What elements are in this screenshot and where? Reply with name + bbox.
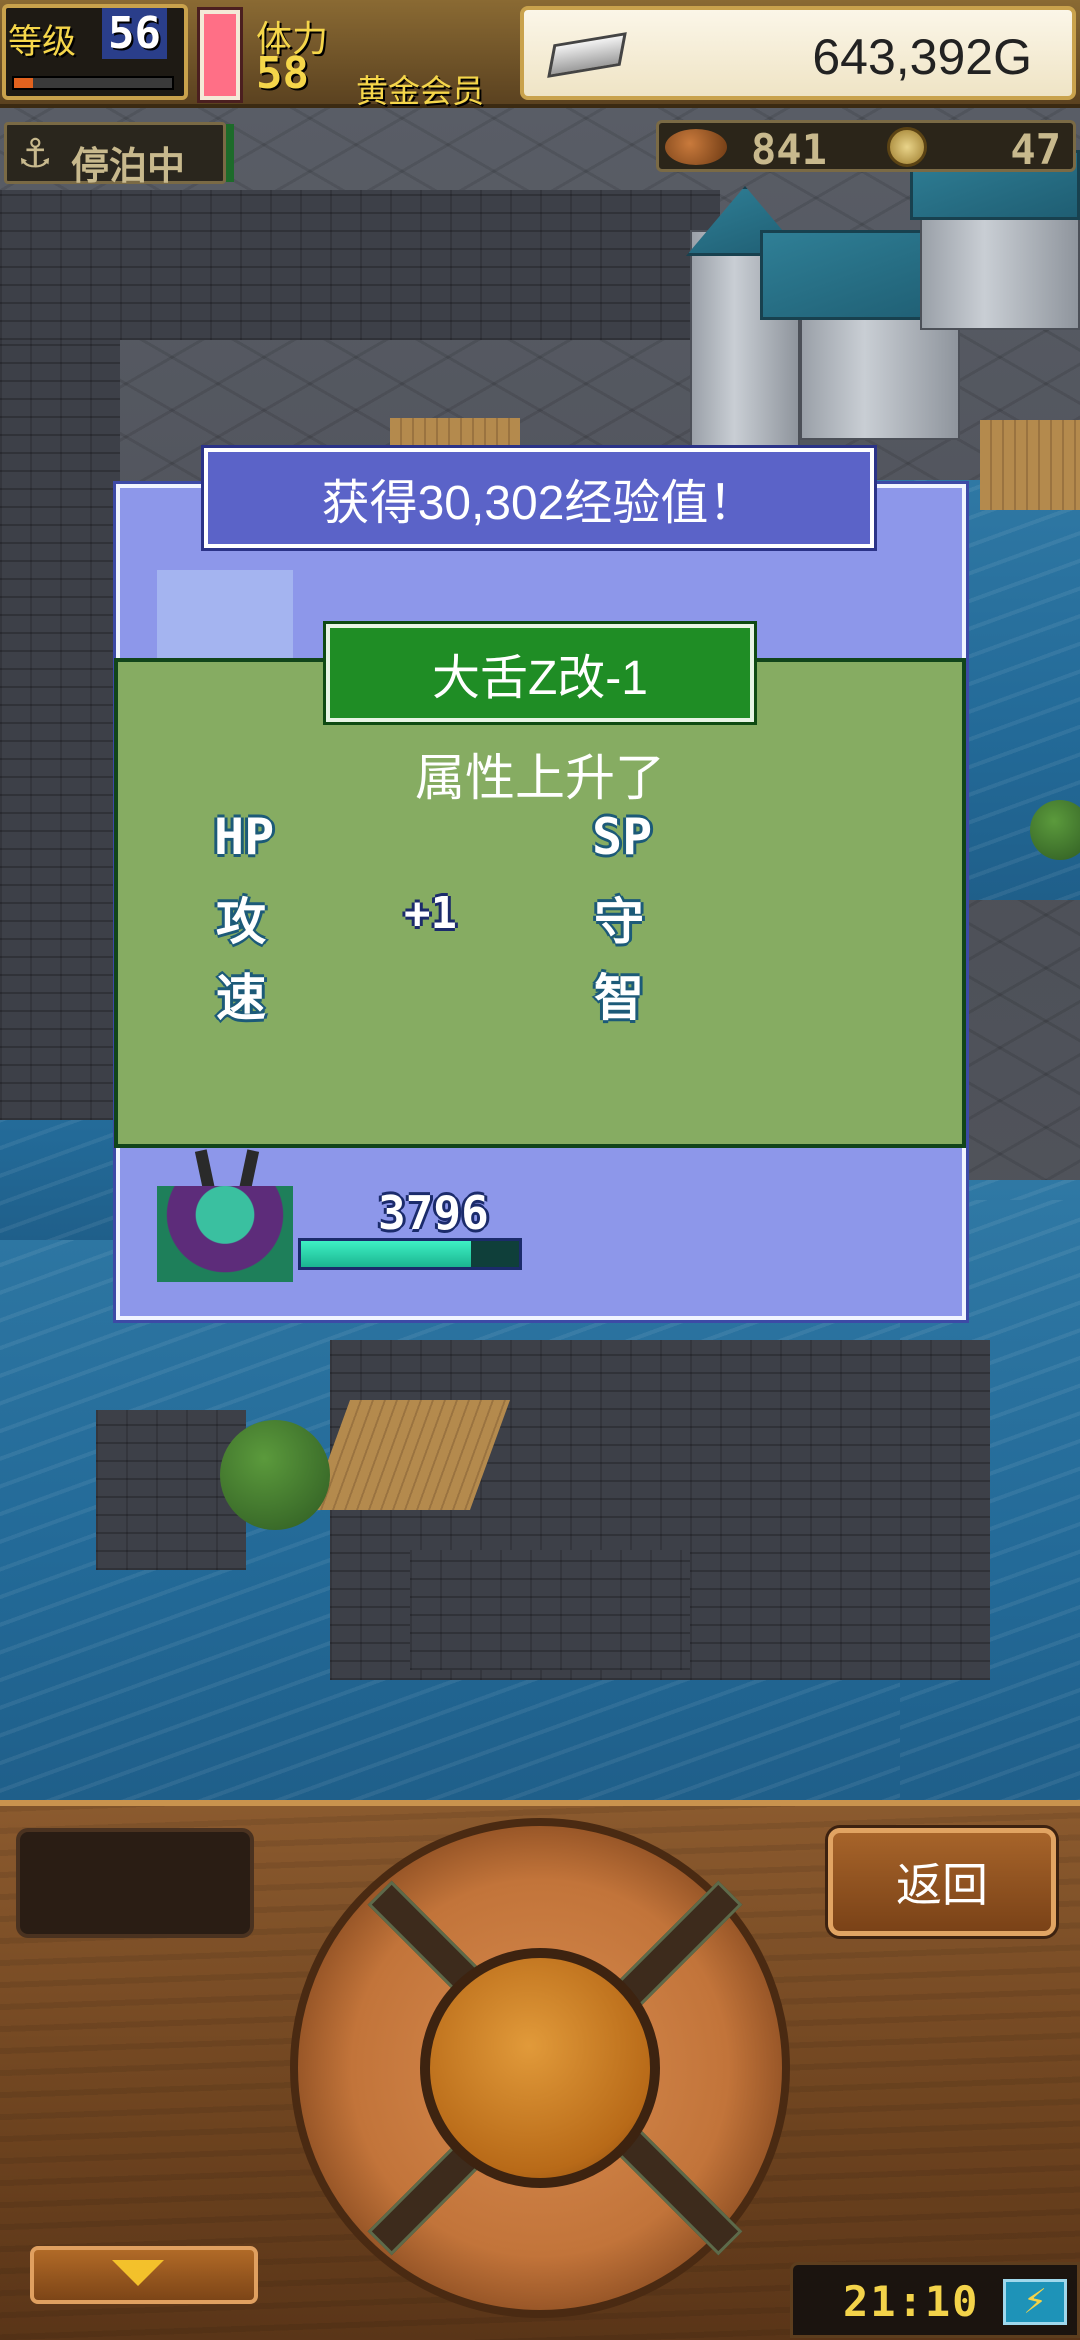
coin-icon (887, 127, 927, 167)
dial-center-button[interactable] (420, 1948, 660, 2188)
stat-label-intelligence: 智 (594, 969, 644, 1027)
experience-gained-text: 获得30,302经验值！ (321, 477, 757, 530)
level-progress-fill (14, 78, 33, 88)
monster-body (157, 1186, 293, 1282)
battery-charging-icon: ⚡ (1003, 2279, 1067, 2325)
unit-hp-value: 3796 (378, 1186, 489, 1240)
stamina-gauge (200, 10, 240, 100)
level-label: 等级 (8, 22, 76, 62)
down-arrow-icon (112, 2260, 164, 2286)
unit-portrait (157, 1146, 293, 1282)
docked-status-badge: ⚓ 停泊中 (4, 122, 226, 188)
stat-label-speed: 速 (216, 969, 266, 1027)
stat-label-defense: 守 (594, 893, 644, 951)
unit-name: 大舌Z改-1 (431, 652, 648, 705)
unit-portrait-top (157, 570, 293, 660)
member-status-label: 黄金会员 (356, 72, 485, 110)
clock-box: 21:10 ⚡ (790, 2262, 1080, 2338)
unit-name-banner: 大舌Z改-1 (326, 624, 754, 722)
stat-label-sp: SP (592, 808, 653, 866)
castle-wall (0, 190, 720, 340)
castle-wall-left (0, 340, 120, 1120)
level-value: 56 (102, 8, 167, 59)
dock (980, 420, 1080, 510)
stat-label-hp: HP (214, 808, 275, 866)
experience-banner: 获得30,302经验值！ (204, 448, 874, 548)
unit-hp-bar (298, 1238, 522, 1270)
stat-gain-attack: +1 (404, 888, 457, 939)
back-button[interactable]: 返回 (828, 1828, 1056, 1936)
resource-bar: 841 47 (656, 120, 1076, 174)
unit-hp-bar-fill (301, 1241, 472, 1267)
clock-time: 21:10 (843, 2277, 980, 2326)
stat-up-title: 属性上升了 (415, 749, 665, 807)
gold-panel[interactable]: 643,392G (520, 6, 1076, 100)
info-slot[interactable] (16, 1828, 254, 1938)
food-icon (665, 129, 727, 165)
back-button-label: 返回 (896, 1858, 988, 1912)
coin-value: 47 (1010, 125, 1061, 174)
food-value: 841 (751, 125, 827, 174)
anchor-icon: ⚓ (17, 131, 53, 177)
docked-label: 停泊中 (71, 144, 186, 188)
island-tree (220, 1420, 330, 1530)
stamina-value: 58 (256, 48, 309, 99)
silver-ingot-icon (547, 32, 627, 78)
level-progress-bar (12, 76, 174, 90)
gold-value: 643,392G (812, 29, 1032, 85)
top-hud: 等级 56 体力 58 黄金会员 643,392G (0, 0, 1080, 110)
market-stall (390, 418, 520, 446)
docked-indicator (226, 124, 234, 182)
stat-label-attack: 攻 (216, 893, 266, 951)
pier-wall-lower (410, 1550, 690, 1670)
